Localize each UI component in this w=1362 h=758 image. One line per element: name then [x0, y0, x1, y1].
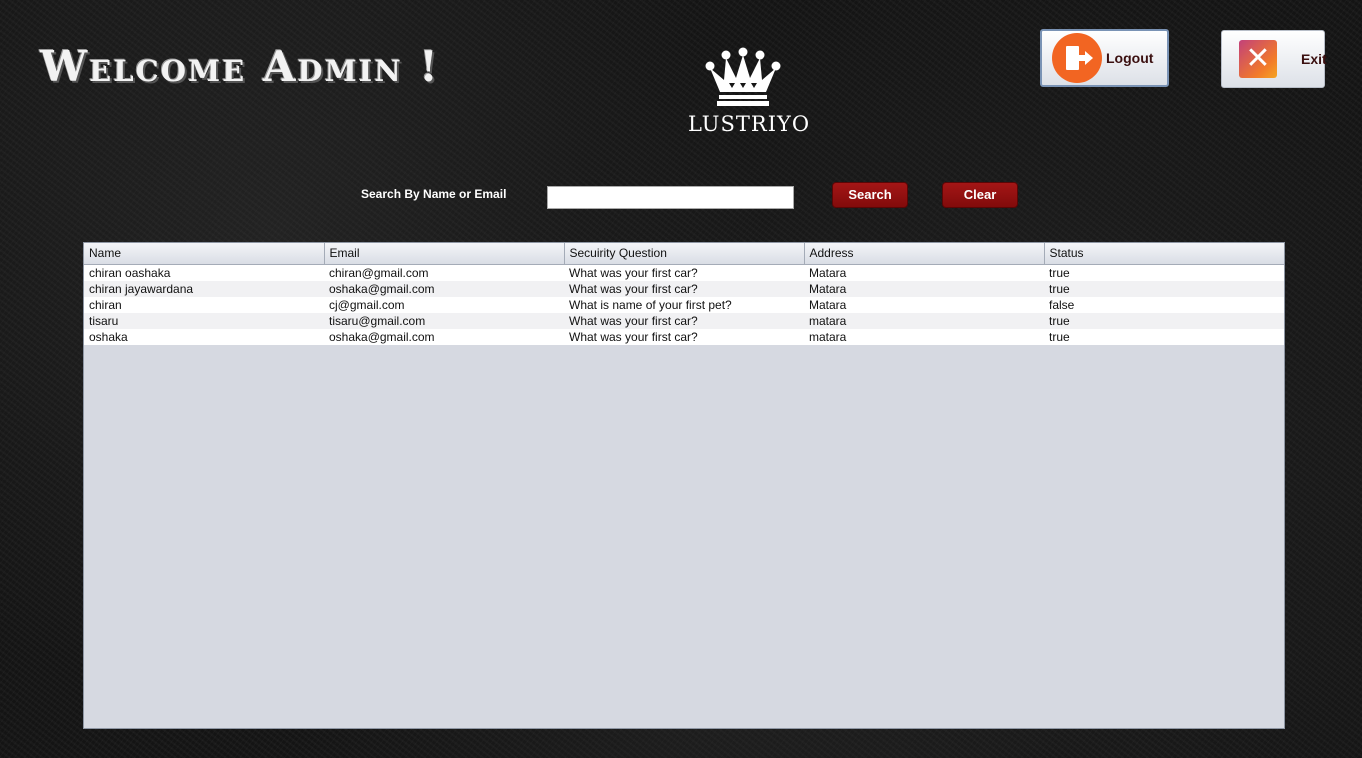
- users-table[interactable]: Name Email Secuirity Question Address St…: [83, 242, 1285, 729]
- cell-status: true: [1044, 312, 1284, 329]
- cell-status: true: [1044, 264, 1284, 281]
- column-header-security-question[interactable]: Secuirity Question: [564, 243, 805, 265]
- close-icon: ✕: [1239, 40, 1277, 78]
- table-row[interactable]: chiran jayawardana oshaka@gmail.com What…: [84, 280, 1284, 297]
- exit-label: Exit: [1301, 51, 1327, 67]
- table-row[interactable]: chiran oashaka chiran@gmail.com What was…: [84, 264, 1284, 281]
- logout-label: Logout: [1106, 50, 1154, 66]
- cell-status: false: [1044, 296, 1284, 313]
- table-row[interactable]: tisaru tisaru@gmail.com What was your fi…: [84, 312, 1284, 329]
- brand-name: LUSTRIYO: [688, 112, 811, 136]
- cell-email: cj@gmail.com: [324, 296, 564, 313]
- column-header-address[interactable]: Address: [804, 243, 1045, 265]
- search-label: Search By Name or Email: [361, 187, 507, 201]
- cell-status: true: [1044, 328, 1284, 345]
- crown-icon: [705, 47, 781, 106]
- cell-email: oshaka@gmail.com: [324, 328, 564, 345]
- table-row[interactable]: oshaka oshaka@gmail.com What was your fi…: [84, 328, 1284, 345]
- cell-name: chiran jayawardana: [84, 280, 324, 297]
- welcome-title: Welcome Admin !: [40, 42, 440, 91]
- cell-email: tisaru@gmail.com: [324, 312, 564, 329]
- search-input[interactable]: [547, 186, 794, 209]
- cell-security-question: What was your first car?: [564, 312, 804, 329]
- cell-address: matara: [804, 312, 1044, 329]
- cell-address: Matara: [804, 280, 1044, 297]
- exit-button[interactable]: ✕ Exit: [1221, 30, 1327, 88]
- cell-status: true: [1044, 280, 1284, 297]
- clear-button[interactable]: Clear: [942, 182, 1018, 208]
- cell-name: chiran: [84, 296, 324, 313]
- cell-address: Matara: [804, 296, 1044, 313]
- table-row[interactable]: chiran cj@gmail.com What is name of your…: [84, 296, 1284, 313]
- table-header-row: Name Email Secuirity Question Address St…: [84, 243, 1284, 265]
- logout-door-icon: [1052, 33, 1102, 83]
- cell-security-question: What is name of your first pet?: [564, 296, 804, 313]
- cell-email: oshaka@gmail.com: [324, 280, 564, 297]
- column-header-name[interactable]: Name: [84, 243, 325, 265]
- cell-email: chiran@gmail.com: [324, 264, 564, 281]
- column-header-status[interactable]: Status: [1044, 243, 1284, 265]
- cell-name: oshaka: [84, 328, 324, 345]
- logout-button[interactable]: Logout: [1040, 29, 1169, 87]
- search-button[interactable]: Search: [832, 182, 908, 208]
- cell-address: Matara: [804, 264, 1044, 281]
- cell-security-question: What was your first car?: [564, 328, 804, 345]
- cell-address: matara: [804, 328, 1044, 345]
- cell-security-question: What was your first car?: [564, 264, 804, 281]
- cell-security-question: What was your first car?: [564, 280, 804, 297]
- cell-name: tisaru: [84, 312, 324, 329]
- brand-logo: LUSTRIYO: [688, 46, 811, 136]
- cell-name: chiran oashaka: [84, 264, 324, 281]
- column-header-email[interactable]: Email: [324, 243, 565, 265]
